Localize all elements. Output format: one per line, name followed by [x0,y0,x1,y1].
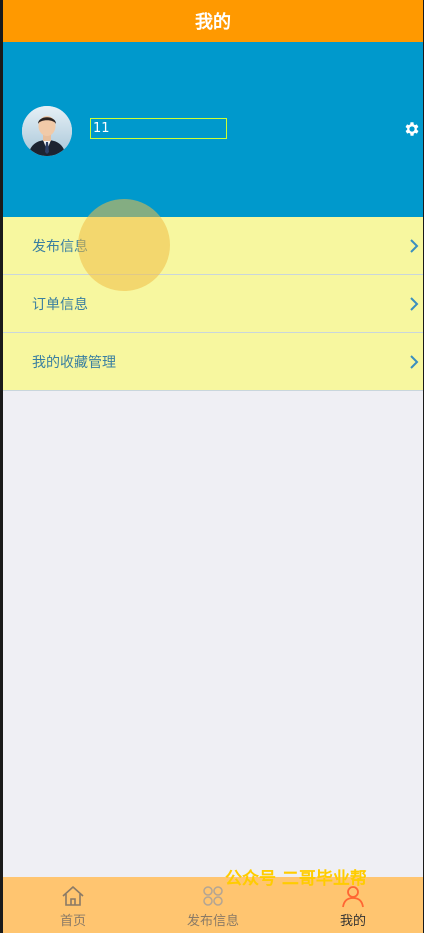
tab-label: 首页 [59,914,86,929]
home-icon [62,886,84,906]
menu-item-order-info[interactable]: 订单信息 [3,275,423,333]
avatar-photo-icon [22,106,72,156]
tab-publish[interactable]: 发布信息 [143,877,283,933]
grid-icon [203,886,223,906]
chevron-right-icon [410,238,419,253]
page-title: 我的 [195,12,231,33]
chevron-right-icon [410,354,419,369]
person-icon [342,886,364,908]
menu-item-label: 发布信息 [32,238,88,255]
profile-header: 11 [3,42,423,217]
username-field[interactable]: 11 [90,118,227,139]
title-bar: 我的 [3,0,423,42]
gear-icon[interactable] [403,120,421,138]
tab-label: 我的 [339,914,366,929]
user-avatar[interactable] [22,106,72,156]
tab-mine[interactable]: 我的 [283,877,423,933]
menu-item-label: 我的收藏管理 [32,354,116,371]
tab-bar: 首页 发布信息 我的 [3,877,423,933]
chevron-right-icon [410,296,419,311]
menu-list: 发布信息 订单信息 我的收藏管理 [3,217,423,391]
tab-label: 发布信息 [186,914,239,929]
app-screen: 我的 11 发布信息 订单信息 我的收藏管理 首页 发布信息 我的 公众号 二哥… [3,0,423,933]
menu-item-favorites[interactable]: 我的收藏管理 [3,333,423,391]
menu-item-publish-info[interactable]: 发布信息 [3,217,423,275]
menu-item-label: 订单信息 [32,296,88,313]
tab-home[interactable]: 首页 [3,877,143,933]
